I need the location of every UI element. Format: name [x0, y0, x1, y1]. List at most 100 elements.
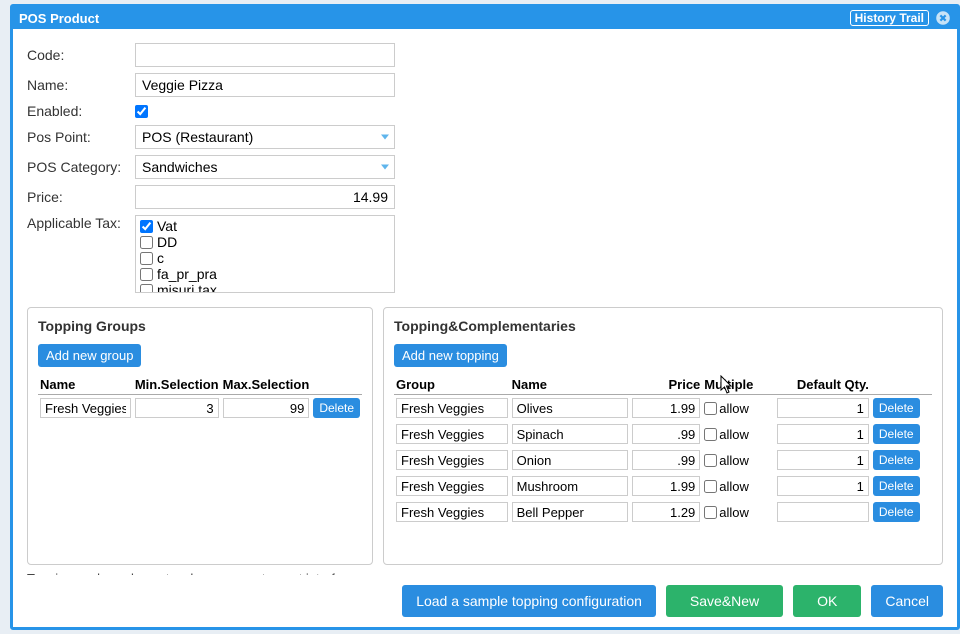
toppings-panel: Topping&Complementaries Add new topping …: [383, 307, 943, 565]
allow-label: allow: [719, 505, 749, 520]
default-qty-input[interactable]: [777, 502, 869, 522]
delete-button[interactable]: Delete: [873, 502, 920, 522]
topping-group-cell: Fresh Veggies: [396, 502, 508, 522]
delete-button[interactable]: Delete: [873, 476, 920, 496]
dialog-footer: Load a sample topping configuration Save…: [13, 575, 957, 627]
save-new-button[interactable]: Save&New: [666, 585, 783, 617]
tax-label: Vat: [157, 218, 177, 234]
label-name: Name:: [27, 77, 135, 93]
topping-price-input[interactable]: [632, 424, 700, 444]
topping-name-input[interactable]: [512, 398, 628, 418]
topping-price-input[interactable]: [632, 398, 700, 418]
tax-checkbox[interactable]: [140, 268, 153, 281]
table-row: Fresh Veggies allow Delete: [394, 473, 932, 499]
label-code: Code:: [27, 47, 135, 63]
table-row: Fresh Veggies allow Delete: [394, 447, 932, 473]
topping-name-input[interactable]: [512, 450, 628, 470]
tax-checkbox[interactable]: [140, 284, 153, 294]
topping-name-input[interactable]: [512, 424, 628, 444]
col-tname: Name: [510, 375, 630, 395]
topping-group-cell: Fresh Veggies: [396, 450, 508, 470]
topping-group-cell: Fresh Veggies: [396, 398, 508, 418]
default-qty-input[interactable]: [777, 476, 869, 496]
pos-product-dialog: POS Product History Trail Code: Name: En…: [10, 4, 960, 630]
multiple-allow-checkbox[interactable]: [704, 454, 717, 467]
multiple-allow-checkbox[interactable]: [704, 480, 717, 493]
pos-point-select[interactable]: POS (Restaurant): [135, 125, 395, 149]
add-new-topping-button[interactable]: Add new topping: [394, 344, 507, 367]
tax-checkbox[interactable]: [140, 252, 153, 265]
topping-groups-table: Name Min.Selection Max.Selection Delete: [38, 375, 362, 421]
label-tax: Applicable Tax:: [27, 215, 135, 231]
topping-price-input[interactable]: [632, 502, 700, 522]
dialog-body: Code: Name: Enabled: Pos Point: POS (Res…: [13, 29, 957, 575]
topping-price-input[interactable]: [632, 476, 700, 496]
topping-price-input[interactable]: [632, 450, 700, 470]
tax-checkbox[interactable]: [140, 220, 153, 233]
cancel-button[interactable]: Cancel: [871, 585, 943, 617]
enabled-checkbox[interactable]: [135, 105, 148, 118]
default-qty-input[interactable]: [777, 450, 869, 470]
col-dqty: Default Qty.: [775, 375, 871, 395]
topping-group-cell: Fresh Veggies: [396, 476, 508, 496]
group-name-input[interactable]: [40, 398, 131, 418]
price-input[interactable]: [135, 185, 395, 209]
name-input[interactable]: [135, 73, 395, 97]
allow-label: allow: [719, 479, 749, 494]
tax-item: DD: [140, 234, 390, 250]
default-qty-input[interactable]: [777, 398, 869, 418]
tax-checkbox[interactable]: [140, 236, 153, 249]
tax-label: DD: [157, 234, 177, 250]
tax-label: misuri tax: [157, 282, 217, 293]
applicable-tax-list[interactable]: VatDDcfa_pr_pramisuri tax: [135, 215, 395, 293]
close-icon[interactable]: [935, 10, 951, 26]
ok-button[interactable]: OK: [793, 585, 861, 617]
topping-group-cell: Fresh Veggies: [396, 424, 508, 444]
topping-groups-panel: Topping Groups Add new group Name Min.Se…: [27, 307, 373, 565]
toppings-table: Group Name Price Multiple Default Qty. F…: [394, 375, 932, 525]
table-row: Fresh Veggies allow Delete: [394, 499, 932, 525]
allow-label: allow: [719, 453, 749, 468]
tax-item: c: [140, 250, 390, 266]
group-max-input[interactable]: [223, 398, 310, 418]
delete-button[interactable]: Delete: [873, 450, 920, 470]
allow-label: allow: [719, 401, 749, 416]
tax-item: Vat: [140, 218, 390, 234]
history-trail-button[interactable]: History Trail: [850, 10, 929, 26]
delete-button[interactable]: Delete: [873, 398, 920, 418]
col-min: Min.Selection: [133, 375, 221, 395]
chevron-down-icon: [381, 135, 389, 140]
tax-item: fa_pr_pra: [140, 266, 390, 282]
multiple-allow-checkbox[interactable]: [704, 402, 717, 415]
col-max: Max.Selection: [221, 375, 312, 395]
code-input[interactable]: [135, 43, 395, 67]
dialog-title: POS Product: [19, 11, 850, 26]
delete-button[interactable]: Delete: [873, 424, 920, 444]
toppings-title: Topping&Complementaries: [394, 318, 932, 334]
label-price: Price:: [27, 189, 135, 205]
label-enabled: Enabled:: [27, 103, 135, 119]
table-row: Fresh Veggies allow Delete: [394, 395, 932, 422]
chevron-down-icon: [381, 165, 389, 170]
topping-name-input[interactable]: [512, 476, 628, 496]
delete-button[interactable]: Delete: [313, 398, 360, 418]
col-group: Group: [394, 375, 510, 395]
topping-groups-title: Topping Groups: [38, 318, 362, 334]
pos-category-select[interactable]: Sandwiches: [135, 155, 395, 179]
label-pos-point: Pos Point:: [27, 129, 135, 145]
tax-item: misuri tax: [140, 282, 390, 293]
add-new-group-button[interactable]: Add new group: [38, 344, 141, 367]
tax-label: fa_pr_pra: [157, 266, 217, 282]
group-min-input[interactable]: [135, 398, 219, 418]
default-qty-input[interactable]: [777, 424, 869, 444]
table-row: Delete: [38, 395, 362, 422]
multiple-allow-checkbox[interactable]: [704, 506, 717, 519]
table-row: Fresh VeggiesallowDelete: [394, 421, 932, 447]
load-sample-button[interactable]: Load a sample topping configuration: [402, 585, 656, 617]
topping-name-input[interactable]: [512, 502, 628, 522]
dialog-header: POS Product History Trail: [13, 7, 957, 29]
col-price: Price: [630, 375, 702, 395]
label-pos-category: POS Category:: [27, 159, 135, 175]
tax-label: c: [157, 250, 164, 266]
multiple-allow-checkbox[interactable]: [704, 428, 717, 441]
